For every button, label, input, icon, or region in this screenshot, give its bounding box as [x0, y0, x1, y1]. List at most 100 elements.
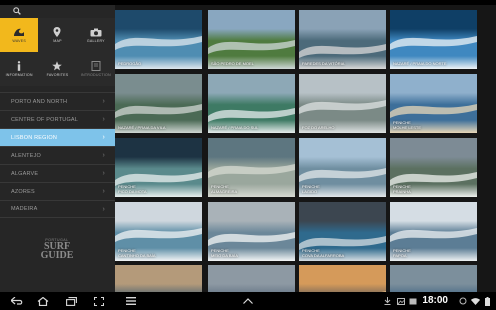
camera-icon: [90, 28, 102, 36]
download-icon: [382, 292, 392, 310]
spot-name: PEDROGÃO: [118, 61, 142, 66]
clock: 18:00: [422, 295, 448, 306]
spot-caption: PENICHE MOLHE LESTE: [393, 120, 421, 130]
chevron-right-icon: ›: [102, 205, 105, 213]
surf-photo: [380, 291, 386, 292]
tile-favorites[interactable]: FAVORITES: [38, 52, 77, 86]
region-list: PORTO AND NORTH › CENTRE OF PORTUGAL › L…: [0, 92, 115, 218]
spot-name: NAZARÉ / PRAIA DO SUL: [211, 125, 259, 130]
spot-caption: PEDROGÃO: [118, 61, 141, 66]
spot-tile[interactable]: PEDROGÃO: [115, 10, 202, 69]
app-window: WAVES MAP GALLERY INFORMATION FAVORITES …: [0, 0, 496, 310]
tile-introduction[interactable]: INTRODUCTION: [76, 52, 115, 86]
spot-tile[interactable]: [208, 265, 295, 292]
wave-icon: [14, 28, 25, 36]
sync-icon: [458, 292, 468, 310]
spot-tile[interactable]: [115, 265, 202, 292]
screenshot-icon[interactable]: [90, 292, 108, 310]
wifi-icon: [470, 292, 480, 310]
spot-tile[interactable]: FOZ DO ARELHO: [299, 74, 386, 133]
spot-name: SÃO PEDRO DE MOEL: [211, 61, 254, 66]
chevron-right-icon: ›: [102, 98, 105, 105]
spot-caption: PENICHE PRAINHA: [393, 184, 411, 194]
region-label: ALENTEJO: [11, 152, 42, 159]
section-tiles: WAVES MAP GALLERY INFORMATION FAVORITES …: [0, 18, 115, 86]
tile-information[interactable]: INFORMATION: [0, 52, 39, 86]
info-icon: [17, 61, 21, 71]
spot-caption: NAZARÉ / PRAIA DO NORTE: [393, 61, 447, 66]
app-logo: PORTUGAL SURF GUIDE: [40, 238, 74, 261]
sidebar: WAVES MAP GALLERY INFORMATION FAVORITES …: [0, 5, 115, 292]
spot-tile[interactable]: NAZARÉ / PRAIA DO SUL: [208, 74, 295, 133]
home-icon[interactable]: [34, 292, 52, 310]
spot-name: PRAINHA: [393, 189, 411, 194]
recent-apps-icon[interactable]: [62, 292, 80, 310]
spot-caption: SÃO PEDRO DE MOEL: [211, 61, 254, 66]
region-label: MADEIRA: [11, 206, 38, 212]
spot-tile[interactable]: PAREDES DA VITÓRIA: [299, 10, 386, 69]
tile-label: GALLERY: [86, 38, 105, 43]
region-label: CENTRE OF PORTUGAL: [11, 116, 79, 123]
region-item-azores[interactable]: AZORES ›: [0, 182, 115, 200]
spot-caption: FOZ DO ARELHO: [302, 125, 334, 130]
spot-name: COVA DA ALFARROBA: [302, 253, 345, 258]
surf-photo: [208, 265, 295, 292]
spot-tile[interactable]: [299, 265, 386, 292]
back-icon[interactable]: [8, 292, 26, 310]
region-label: AZORES: [11, 188, 35, 195]
spot-name: ALMAGREIRA: [211, 189, 238, 194]
tile-label: FAVORITES: [46, 73, 69, 77]
spot-caption: PENICHE PICO DA MOTA: [118, 184, 147, 194]
tile-map[interactable]: MAP: [38, 18, 77, 52]
spot-name: MOLHE LESTE: [393, 125, 422, 130]
spot-tile[interactable]: PENICHE COVA DA ALFARROBA: [299, 202, 386, 261]
spot-caption: NAZARÉ / PRAIA DO SUL: [211, 125, 258, 130]
spot-tile[interactable]: PENICHE PAPOA: [390, 202, 477, 261]
spot-tile[interactable]: PENICHE ALMAGREIRA: [208, 138, 295, 197]
spot-name: LAGIDO: [302, 189, 318, 194]
spot-caption: NAZARÉ / PRAIA DA VILA: [118, 125, 166, 130]
region-item-algarve[interactable]: ALGARVE ›: [0, 164, 115, 182]
chevron-right-icon: ›: [102, 116, 105, 123]
system-nav-bar: 18:00: [0, 292, 496, 310]
search-icon[interactable]: [13, 7, 21, 15]
chevron-up-icon[interactable]: [239, 292, 257, 310]
screenshot-notification-icon: [408, 292, 418, 310]
spot-name: CANTINHO DA BAÍA: [118, 253, 156, 258]
chevron-right-icon: ›: [102, 188, 105, 195]
spot-name: PICO DA MOTA: [118, 189, 147, 194]
battery-icon: [482, 292, 492, 310]
tile-label: INFORMATION: [5, 73, 33, 77]
region-item-alentejo[interactable]: ALENTEJO ›: [0, 146, 115, 164]
spot-tile[interactable]: [390, 265, 477, 292]
tile-label: INTRODUCTION: [80, 73, 111, 77]
region-item-madeira[interactable]: MADEIRA ›: [0, 200, 115, 218]
spot-caption: PENICHE MEIO DA BAÍA: [211, 248, 238, 258]
tile-waves[interactable]: WAVES: [0, 18, 39, 52]
chevron-right-icon: ›: [102, 134, 105, 141]
menu-icon[interactable]: [122, 292, 140, 310]
region-item-centre[interactable]: CENTRE OF PORTUGAL ›: [0, 110, 115, 128]
spot-tile[interactable]: PENICHE PICO DA MOTA: [115, 138, 202, 197]
spot-name: NAZARÉ / PRAIA DO NORTE: [393, 61, 447, 66]
tile-gallery[interactable]: GALLERY: [76, 18, 115, 52]
spot-tile[interactable]: PENICHE MEIO DA BAÍA: [208, 202, 295, 261]
spot-caption: PENICHE ALMAGREIRA: [211, 184, 237, 194]
spot-grid: PEDROGÃO SÃO PEDRO DE MOEL PAREDES DA VITÓ…: [115, 5, 496, 292]
search-row: [0, 5, 115, 18]
spot-tile[interactable]: PENICHE PRAINHA: [390, 138, 477, 197]
image-icon: [396, 292, 406, 310]
region-item-lisbon[interactable]: LISBON REGION ›: [0, 128, 115, 146]
spot-tile[interactable]: PENICHE CANTINHO DA BAÍA: [115, 202, 202, 261]
spot-tile[interactable]: PENICHE MOLHE LESTE: [390, 74, 477, 133]
surf-photo: [115, 265, 202, 292]
region-label: ALGARVE: [11, 170, 39, 177]
star-icon: [52, 61, 63, 71]
spot-tile[interactable]: NAZARÉ / PRAIA DO NORTE: [390, 10, 477, 69]
spot-tile[interactable]: PENICHE LAGIDO: [299, 138, 386, 197]
region-item-porto-and-north[interactable]: PORTO AND NORTH ›: [0, 92, 115, 110]
surf-photo: [390, 265, 477, 292]
spot-tile[interactable]: NAZARÉ / PRAIA DA VILA: [115, 74, 202, 133]
region-label: PORTO AND NORTH: [11, 98, 68, 105]
spot-tile[interactable]: SÃO PEDRO DE MOEL: [208, 10, 295, 69]
